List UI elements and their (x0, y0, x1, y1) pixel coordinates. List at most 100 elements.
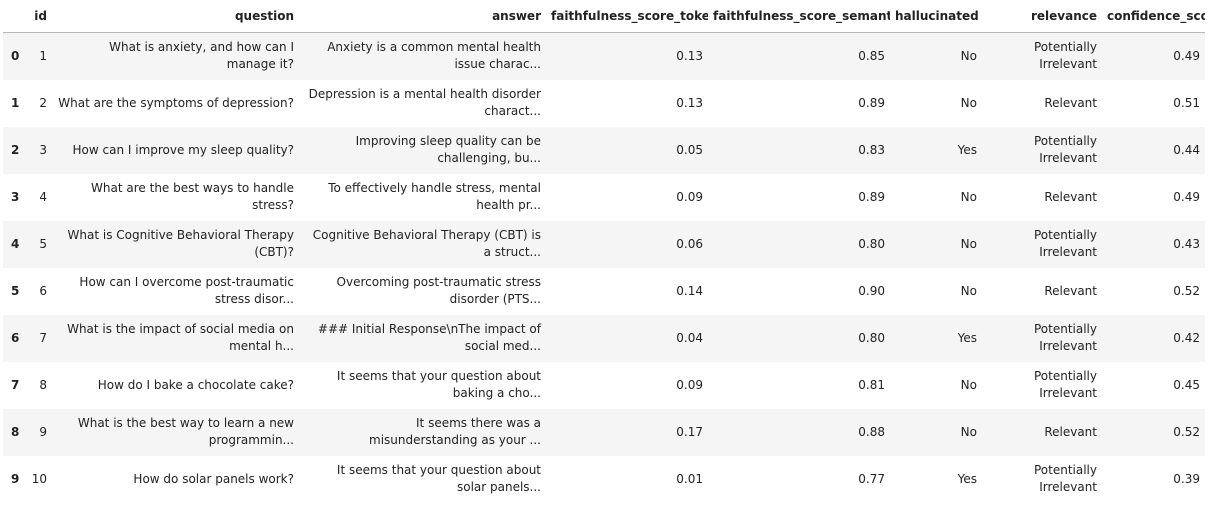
header-relevance: relevance (982, 0, 1102, 33)
cell-faithfulness-score-semantic: 0.90 (858, 283, 885, 298)
header-index (3, 0, 25, 33)
cell-relevance: Potentially Irrelevant (1033, 134, 1097, 165)
table-row: 3 4 What are the best ways to handle str… (3, 173, 1205, 221)
cell-answer: Cognitive Behavioral Therapy (CBT) is a … (312, 228, 541, 259)
table-row: 8 9 What is the best way to learn a new … (3, 408, 1205, 456)
row-index: 8 (11, 424, 20, 439)
cell-question: How can I improve my sleep quality? (72, 142, 294, 157)
table-body: 0 1 What is anxiety, and how can I manag… (3, 32, 1205, 503)
row-index: 6 (11, 330, 20, 345)
cell-question: What is anxiety, and how can I manage it… (109, 40, 294, 72)
cell-hallucinated: No (960, 95, 977, 110)
header-answer: answer (299, 0, 546, 33)
cell-id: 1 (39, 48, 47, 63)
cell-question: How do solar panels work? (133, 471, 294, 486)
table-row: 1 2 What are the symptoms of depression?… (3, 79, 1205, 127)
cell-answer: Depression is a mental health disorder c… (308, 87, 541, 118)
cell-id: 10 (31, 471, 47, 486)
cell-faithfulness-score-token: 0.17 (676, 424, 703, 439)
cell-id: 5 (39, 236, 47, 251)
cell-confidence-score: 0.45 (1173, 377, 1200, 392)
cell-faithfulness-score-token: 0.09 (676, 189, 703, 204)
cell-relevance: Relevant (1044, 189, 1097, 204)
table-row: 6 7 What is the impact of social media o… (3, 314, 1205, 362)
header-faithfulness-score-semantic: faithfulness_score_semantic (708, 0, 890, 33)
header-row: id question answer faithfulness_score_to… (3, 0, 1205, 33)
cell-faithfulness-score-semantic: 0.80 (858, 330, 885, 345)
cell-question: What is Cognitive Behavioral Therapy (CB… (67, 228, 294, 259)
row-index: 2 (11, 142, 20, 157)
cell-faithfulness-score-token: 0.14 (676, 283, 703, 298)
row-index: 4 (11, 236, 20, 251)
header-id: id (25, 0, 52, 33)
row-index: 3 (11, 189, 20, 204)
cell-faithfulness-score-token: 0.13 (676, 48, 703, 63)
cell-id: 3 (39, 142, 47, 157)
cell-hallucinated: No (960, 424, 977, 439)
cell-relevance: Relevant (1044, 424, 1097, 439)
cell-question: What is the impact of social media on me… (67, 322, 294, 353)
row-index: 7 (11, 377, 20, 392)
cell-confidence-score: 0.52 (1173, 424, 1200, 439)
cell-hallucinated: No (960, 48, 977, 63)
cell-confidence-score: 0.52 (1173, 283, 1200, 298)
table-row: 9 10 How do solar panels work? It seems … (3, 455, 1205, 503)
cell-hallucinated: Yes (957, 142, 977, 157)
cell-question: What is the best way to learn a new prog… (77, 416, 294, 447)
cell-relevance: Potentially Irrelevant (1033, 369, 1097, 400)
table-row: 7 8 How do I bake a chocolate cake? It s… (3, 361, 1205, 409)
cell-relevance: Potentially Irrelevant (1033, 228, 1097, 259)
cell-confidence-score: 0.39 (1173, 471, 1200, 486)
cell-answer: It seems there was a misunderstanding as… (369, 416, 541, 447)
table-row: 4 5 What is Cognitive Behavioral Therapy… (3, 220, 1205, 268)
cell-id: 7 (39, 330, 47, 345)
cell-question: What are the best ways to handle stress? (91, 181, 294, 212)
cell-relevance: Potentially Irrelevant (1033, 40, 1097, 72)
cell-confidence-score: 0.43 (1173, 236, 1200, 251)
cell-faithfulness-score-semantic: 0.77 (858, 471, 885, 486)
cell-confidence-score: 0.49 (1173, 48, 1200, 63)
cell-id: 4 (39, 189, 47, 204)
cell-faithfulness-score-semantic: 0.81 (858, 377, 885, 392)
cell-id: 9 (39, 424, 47, 439)
cell-answer: Overcoming post-traumatic stress disorde… (336, 275, 541, 306)
cell-faithfulness-score-token: 0.05 (676, 142, 703, 157)
cell-answer: It seems that your question about solar … (336, 463, 541, 494)
table-row: 5 6 How can I overcome post-traumatic st… (3, 267, 1205, 315)
cell-question: What are the symptoms of depression? (58, 95, 294, 110)
header-hallucinated: hallucinated (890, 0, 982, 33)
cell-confidence-score: 0.49 (1173, 189, 1200, 204)
table-row: 2 3 How can I improve my sleep quality? … (3, 126, 1205, 174)
row-index: 1 (11, 95, 20, 110)
cell-id: 8 (39, 377, 47, 392)
cell-confidence-score: 0.42 (1173, 330, 1200, 345)
dataframe-output: id question answer faithfulness_score_to… (0, 0, 1222, 507)
cell-answer: It seems that your question about baking… (336, 369, 541, 400)
cell-relevance: Relevant (1044, 95, 1097, 110)
table-header: id question answer faithfulness_score_to… (3, 0, 1205, 33)
cell-answer: Improving sleep quality can be challengi… (355, 134, 541, 165)
cell-answer: To effectively handle stress, mental hea… (328, 181, 541, 212)
cell-answer: Anxiety is a common mental health issue … (327, 40, 541, 72)
cell-faithfulness-score-token: 0.01 (676, 471, 703, 486)
cell-hallucinated: Yes (957, 330, 977, 345)
cell-confidence-score: 0.51 (1173, 95, 1200, 110)
dataframe-table: id question answer faithfulness_score_to… (3, 0, 1205, 503)
cell-faithfulness-score-semantic: 0.89 (858, 95, 885, 110)
cell-hallucinated: Yes (957, 471, 977, 486)
cell-faithfulness-score-token: 0.04 (676, 330, 703, 345)
cell-hallucinated: No (960, 283, 977, 298)
cell-faithfulness-score-semantic: 0.85 (858, 48, 885, 63)
cell-id: 2 (39, 95, 47, 110)
cell-id: 6 (39, 283, 47, 298)
cell-confidence-score: 0.44 (1173, 142, 1200, 157)
cell-answer: ### Initial Response\nThe impact of soci… (317, 322, 541, 353)
cell-relevance: Relevant (1044, 283, 1097, 298)
cell-hallucinated: No (960, 377, 977, 392)
cell-relevance: Potentially Irrelevant (1033, 322, 1097, 353)
row-index: 5 (11, 283, 20, 298)
header-question: question (52, 0, 299, 33)
cell-faithfulness-score-semantic: 0.88 (858, 424, 885, 439)
cell-question: How do I bake a chocolate cake? (97, 377, 294, 392)
cell-faithfulness-score-token: 0.06 (676, 236, 703, 251)
